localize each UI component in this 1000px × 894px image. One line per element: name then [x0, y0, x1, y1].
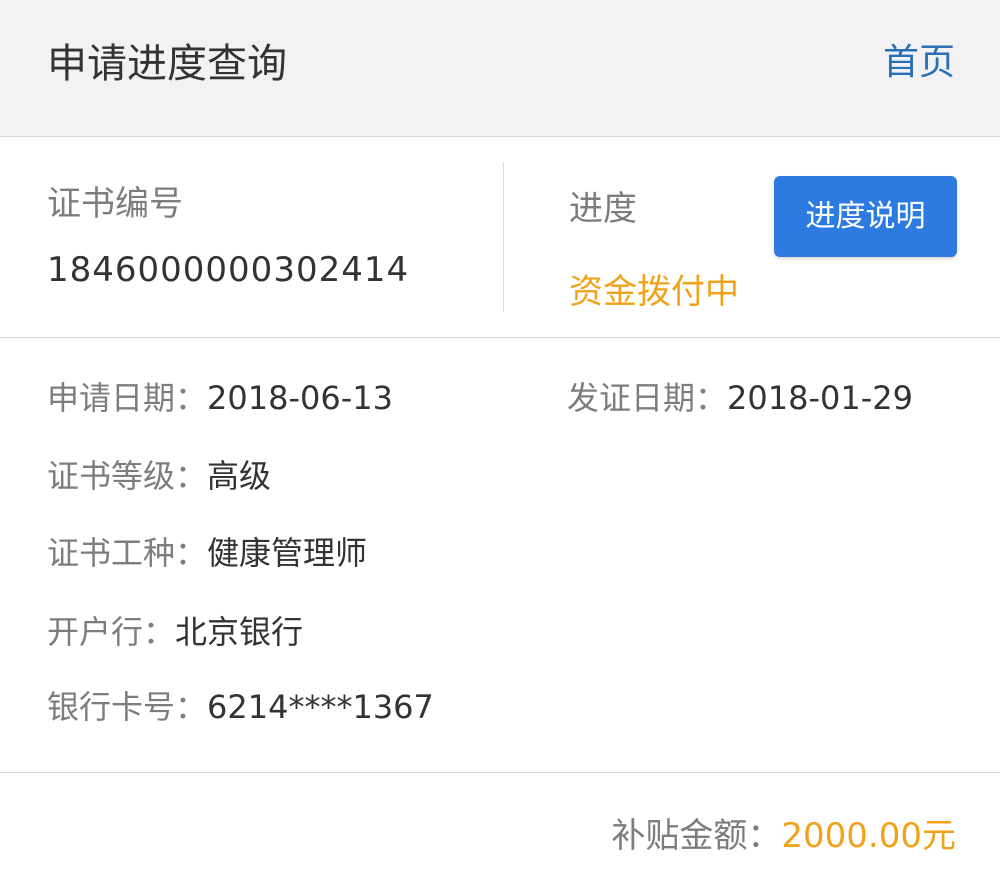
card-number-label: 银行卡号： [47, 688, 208, 726]
card-number-row: 银行卡号：6214****1367 [47, 685, 434, 729]
issue-date-row: 发证日期：2018-01-29 [567, 376, 913, 420]
bank-label: 开户行： [47, 613, 176, 651]
certificate-level-row: 证书等级：高级 [47, 454, 271, 498]
apply-date-row: 申请日期：2018-06-13 [47, 376, 393, 420]
certificate-number-value: 1846000000302414 [47, 250, 410, 290]
progress-query-page: 申请进度查询 首页 证书编号 1846000000302414 进度 资金拨付中… [0, 0, 1000, 894]
bank-value: 北京银行 [175, 613, 304, 651]
certificate-level-label: 证书等级： [47, 457, 208, 495]
subsidy-section: 补贴金额：2000.00元 [0, 773, 1000, 894]
certificate-number-label: 证书编号 [47, 184, 183, 224]
subsidy-value: 2000.00元 [781, 816, 956, 856]
subsidy-amount-row: 补贴金额：2000.00元 [611, 813, 956, 859]
card-number-value: 6214****1367 [207, 688, 434, 726]
certificate-number-block: 证书编号 1846000000302414 [0, 137, 503, 337]
progress-label: 进度 [569, 189, 637, 229]
subsidy-label: 补贴金额： [611, 816, 782, 856]
home-link[interactable]: 首页 [883, 39, 955, 87]
job-type-label: 证书工种： [47, 534, 208, 572]
issue-date-value: 2018-01-29 [727, 379, 913, 417]
vertical-divider [503, 162, 504, 312]
application-details: 申请日期：2018-06-13 发证日期：2018-01-29 证书等级：高级 … [0, 338, 1000, 773]
progress-status: 资金拨付中 [569, 272, 739, 312]
bank-row: 开户行：北京银行 [47, 610, 303, 654]
issue-date-label: 发证日期： [567, 379, 728, 417]
apply-date-label: 申请日期： [47, 379, 208, 417]
page-title: 申请进度查询 [47, 41, 287, 87]
certificate-summary: 证书编号 1846000000302414 进度 资金拨付中 进度说明 [0, 137, 1000, 338]
apply-date-value: 2018-06-13 [207, 379, 393, 417]
progress-explanation-button[interactable]: 进度说明 [774, 176, 957, 257]
header-bar: 申请进度查询 首页 [0, 0, 1000, 137]
job-type-row: 证书工种：健康管理师 [47, 531, 367, 575]
certificate-level-value: 高级 [207, 457, 272, 495]
job-type-value: 健康管理师 [207, 534, 368, 572]
